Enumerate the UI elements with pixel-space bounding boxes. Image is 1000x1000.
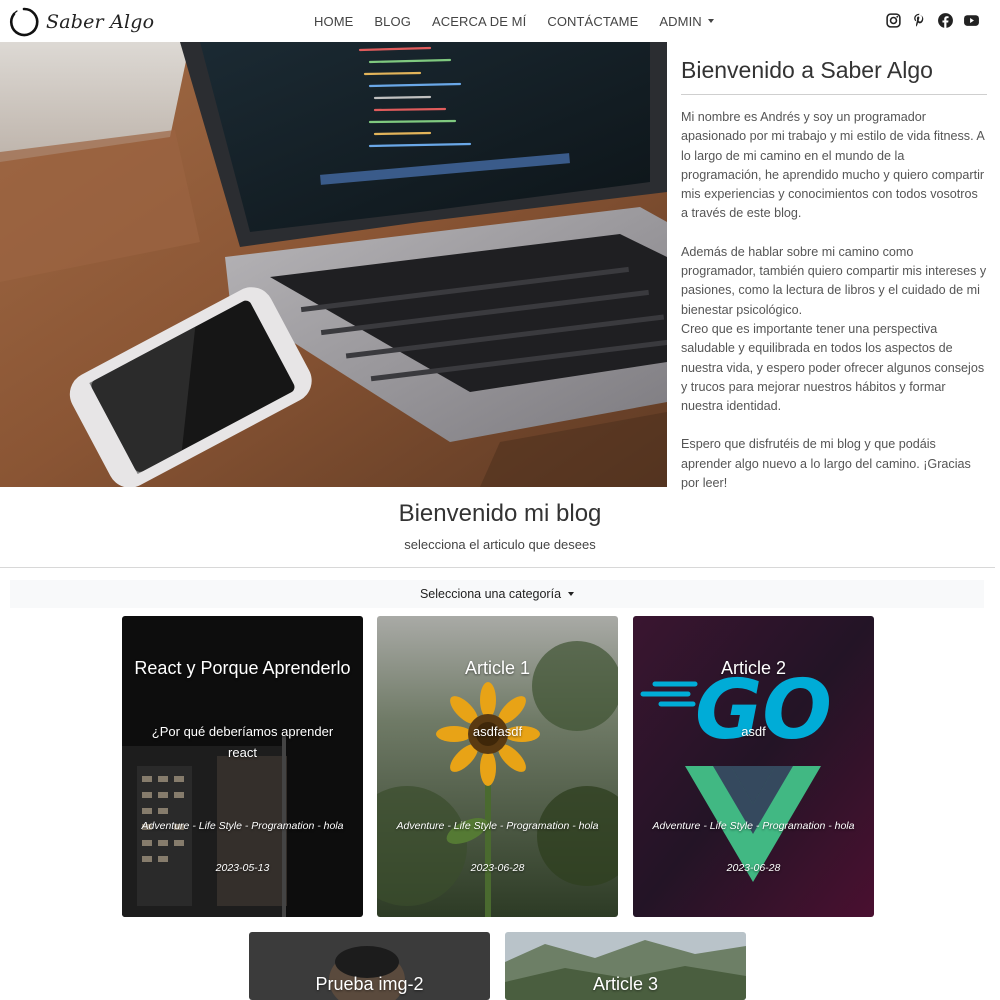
divider (0, 567, 995, 568)
navbar: Saber Algo HOME BLOG ACERCA DE MÍ CONTÁC… (0, 0, 1000, 42)
hero-image (0, 42, 667, 487)
article-card[interactable]: Article 1 asdfasdf Adventure - Life Styl… (377, 616, 618, 917)
category-dropdown[interactable]: Selecciona una categoría (10, 580, 984, 608)
article-card[interactable]: Article 3 (505, 932, 746, 1000)
hero-title: Bienvenido a Saber Algo (681, 57, 987, 95)
card-description: asdfasdf (472, 724, 523, 739)
card-date: 2023-05-13 (215, 862, 270, 874)
hero-text: Bienvenido a Saber Algo Mi nombre es And… (681, 42, 987, 493)
laptop-photo-illustration (0, 42, 667, 487)
card-title: Article 1 (464, 658, 531, 678)
youtube-icon[interactable] (963, 12, 980, 29)
nav-blog[interactable]: BLOG (374, 14, 411, 29)
nav-admin-dropdown[interactable]: ADMIN (659, 13, 714, 29)
card-date: 2023-06-28 (726, 862, 781, 874)
hero-paragraph-2: Además de hablar sobre mi camino como pr… (681, 244, 987, 317)
nav-about[interactable]: ACERCA DE MÍ (432, 14, 526, 29)
blog-subtitle: selecciona el articulo que desees (404, 537, 596, 552)
pinterest-icon[interactable] (911, 12, 928, 29)
hero-paragraph-1: Mi nombre es Andrés y soy un programador… (681, 110, 985, 221)
card-title: React y Porque Aprenderlo (134, 658, 351, 678)
blog-title: Bienvenido mi blog (398, 500, 602, 527)
hero-paragraph-4: Espero que disfrutéis de mi blog y que p… (681, 437, 971, 491)
facebook-icon[interactable] (937, 12, 954, 29)
chevron-down-icon (707, 19, 714, 23)
nav-home[interactable]: HOME (314, 14, 353, 29)
article-card[interactable]: GO Article 2 asdf Adventure - Life Style… (633, 616, 874, 917)
card-tags: Adventure - Life Style - Programation - … (652, 820, 855, 832)
category-dropdown-label: Selecciona una categoría (419, 587, 562, 601)
card-title: Prueba img-2 (315, 974, 424, 994)
chevron-down-icon (568, 592, 575, 596)
card-description: ¿Por qué deberíamos aprender react (151, 724, 334, 760)
circle-logo-icon (9, 7, 39, 37)
nav-contact[interactable]: CONTÁCTAME (547, 14, 638, 29)
hero-paragraph-3: Creo que es importante tener una perspec… (681, 321, 985, 414)
card-date: 2023-06-28 (470, 862, 525, 874)
nav-menu: HOME BLOG ACERCA DE MÍ CONTÁCTAME ADMIN (314, 0, 714, 42)
card-tags: Adventure - Life Style - Programation - … (396, 820, 599, 832)
brand-name: Saber Algo (46, 11, 155, 33)
card-title: Article 3 (592, 974, 659, 994)
article-card[interactable]: React y Porque Aprenderlo ¿Por qué deber… (122, 616, 363, 917)
social-links (876, 12, 980, 29)
card-tags: Adventure - Life Style - Programation - … (141, 820, 344, 832)
card-title: Article 2 (720, 658, 787, 678)
nav-admin-label: ADMIN (659, 13, 702, 29)
instagram-icon[interactable] (885, 12, 902, 29)
brand[interactable]: Saber Algo (8, 6, 154, 38)
article-card[interactable]: Prueba img-2 (249, 932, 490, 1000)
card-description: asdf (741, 724, 766, 739)
